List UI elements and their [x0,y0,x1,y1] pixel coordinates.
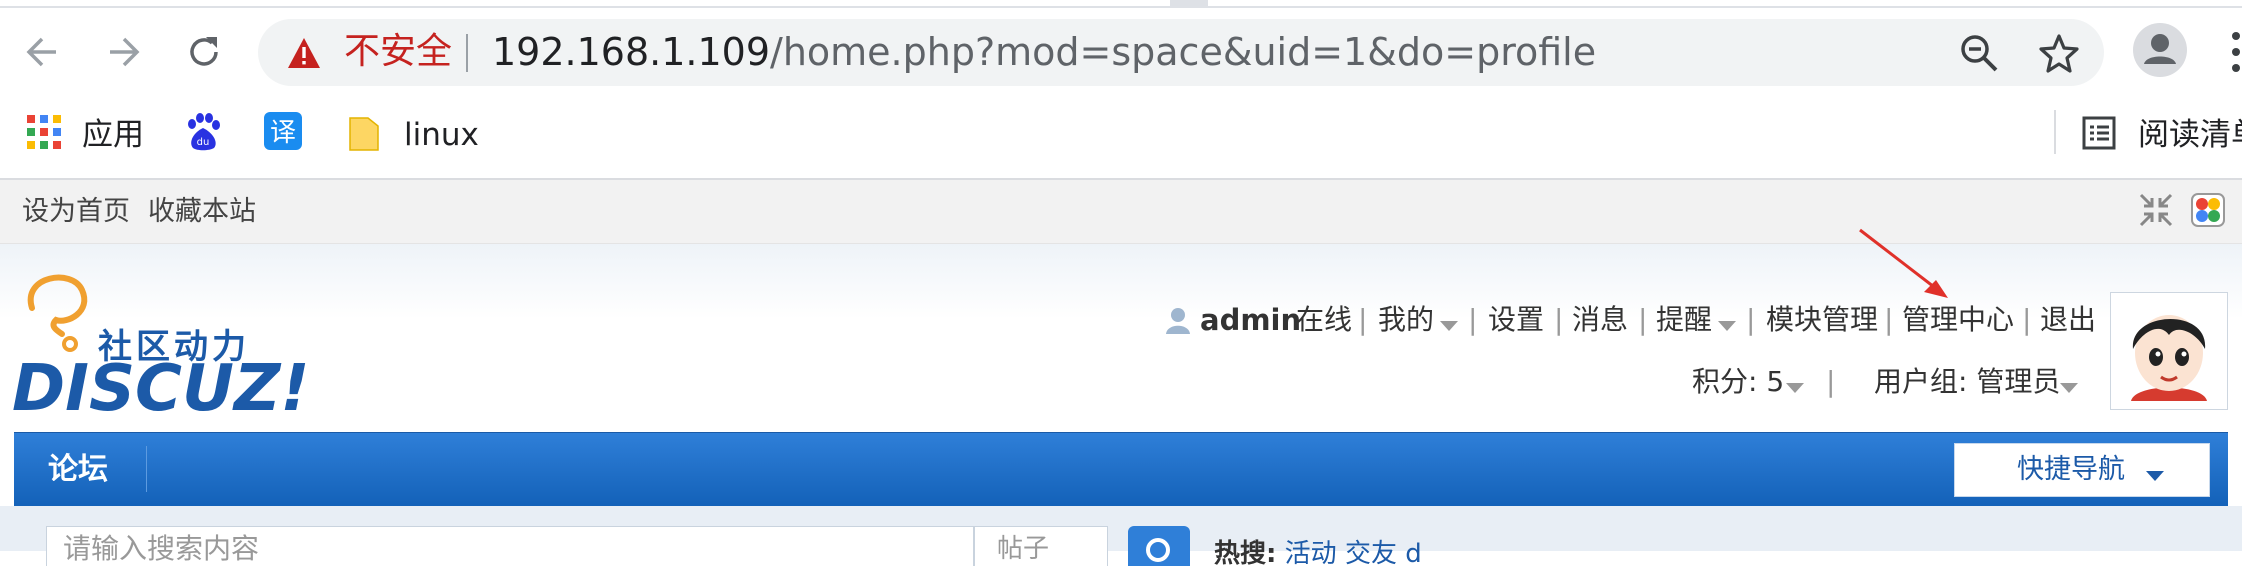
main-nav-bar [14,432,2228,507]
chevron-down-icon[interactable] [2146,466,2164,485]
search-type-select[interactable]: 帖子 [974,526,1108,566]
svg-text:du: du [197,137,210,148]
more-icon[interactable] [2230,30,2242,78]
chevron-down-icon[interactable] [2060,378,2078,397]
svg-text:译: 译 [270,118,296,148]
baidu-icon[interactable]: du [184,112,222,156]
apps-grid-icon[interactable] [26,114,62,154]
points-link[interactable]: 积分: 5 [1692,360,1784,404]
logout-link[interactable]: 退出 [2040,298,2096,342]
chevron-down-icon[interactable] [1440,316,1458,335]
quick-nav-button[interactable]: 快捷导航 [1954,443,2210,497]
nav-separator [146,446,147,492]
nav-item-forum[interactable]: 论坛 [48,450,108,490]
separator: | [2022,303,2032,336]
online-status[interactable]: 在线 [1296,298,1352,342]
separator: | [1358,303,1368,336]
url-text[interactable]: 192.168.1.109/home.php?mod=space&uid=1&d… [492,24,1596,80]
tab-active[interactable] [0,0,1170,6]
chevron-down-icon[interactable] [1718,316,1736,335]
annotation-arrow [1856,226,1956,310]
hot-item[interactable]: d [1405,539,1422,569]
notifications-link[interactable]: 提醒 [1656,298,1712,342]
messages-link[interactable]: 消息 [1572,298,1628,342]
separator: | [1468,303,1478,336]
add-favorite-link[interactable]: 收藏本站 [148,192,256,232]
forward-arrow-icon[interactable] [104,32,144,72]
user-icon [1164,306,1192,338]
separator: | [1826,365,1836,398]
discuz-logo[interactable]: 社区动力 DISCUZ! [12,268,312,426]
bookmarks-bar [0,96,2242,180]
star-icon[interactable] [2038,32,2080,78]
my-menu-link[interactable]: 我的 [1378,298,1434,342]
security-label[interactable]: 不安全 [344,24,452,80]
search-input[interactable]: 请输入搜索内容 [46,526,974,566]
tab-inactive[interactable] [1208,0,2242,6]
warning-icon[interactable] [286,36,322,74]
hot-item[interactable]: 活动 [1285,539,1337,569]
separator: | [1638,303,1648,336]
hot-search: 热搜: 活动 交友 d [1214,536,1422,569]
search-button[interactable] [1128,526,1190,566]
bookmarks-divider [2054,110,2056,154]
zoom-out-icon[interactable] [1958,32,2000,78]
username-link[interactable]: admin [1200,298,1301,342]
reading-list-label[interactable]: 阅读清单 [2138,114,2242,156]
quick-nav-label: 快捷导航 [2017,454,2125,485]
folder-icon[interactable] [348,114,380,156]
avatar[interactable] [2110,292,2228,410]
hot-search-label: 热搜: [1214,539,1277,569]
search-type-label: 帖子 [997,534,1050,564]
set-homepage-link[interactable]: 设为首页 [22,192,130,232]
back-arrow-icon[interactable] [22,32,62,72]
user-group-link[interactable]: 用户组: 管理员 [1874,360,2060,404]
profile-icon[interactable] [2132,22,2188,82]
collapse-icon[interactable] [2138,192,2174,232]
separator: | [1554,303,1564,336]
search-placeholder: 请输入搜索内容 [63,532,260,565]
reading-list-icon[interactable] [2082,116,2116,154]
reload-icon[interactable] [184,32,224,72]
settings-link[interactable]: 设置 [1488,298,1544,342]
color-theme-icon[interactable] [2190,192,2226,232]
omnibox-divider [466,34,468,72]
bookmark-apps-label[interactable]: 应用 [82,114,144,156]
separator: | [1746,303,1756,336]
hot-item[interactable]: 交友 [1345,539,1397,569]
url-path: /home.php?mod=space&uid=1&do=profile [770,30,1597,74]
bookmark-linux-label[interactable]: linux [404,114,479,156]
svg-text:DISCUZ!: DISCUZ! [12,352,310,418]
url-host: 192.168.1.109 [492,30,771,74]
translate-icon[interactable]: 译 [264,112,302,150]
chevron-down-icon[interactable] [1786,378,1804,397]
